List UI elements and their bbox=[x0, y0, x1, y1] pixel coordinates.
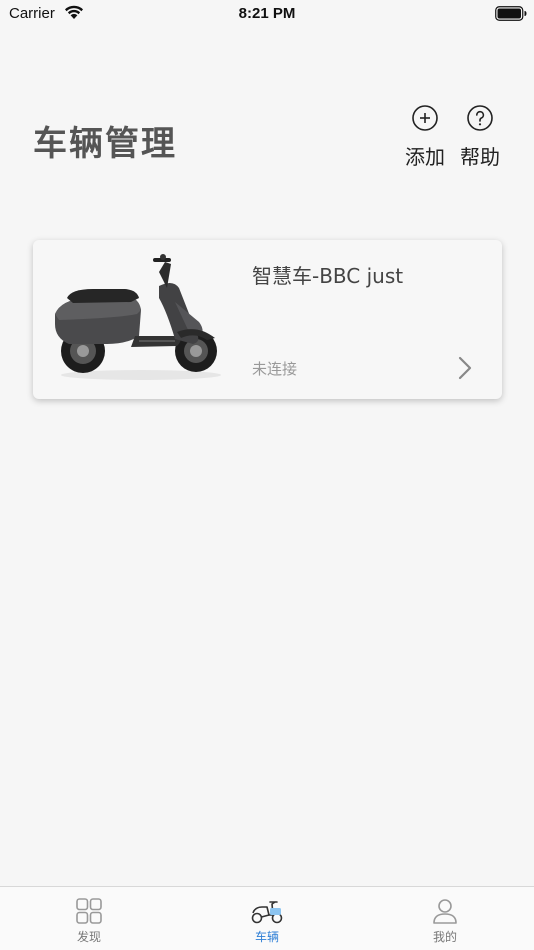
tab-vehicle-label: 车辆 bbox=[254, 930, 279, 944]
vehicle-card[interactable]: 智慧车-BBC just 未连接 bbox=[33, 240, 502, 399]
tab-mine[interactable]: 我的 bbox=[385, 887, 505, 950]
add-label: 添加 bbox=[405, 145, 445, 169]
help-label: 帮助 bbox=[460, 145, 500, 169]
vehicle-status: 未连接 bbox=[252, 360, 298, 378]
tab-bar: 发现 车辆 我的 bbox=[0, 886, 534, 950]
clock: 8:21 PM bbox=[238, 5, 296, 22]
plus-circle-icon bbox=[412, 105, 438, 131]
tab-discover[interactable]: 发现 bbox=[29, 887, 149, 950]
scooter-icon bbox=[251, 901, 283, 924]
help-button[interactable]: 帮助 bbox=[455, 104, 505, 170]
status-bar: Carrier 8:21 PM bbox=[0, 0, 534, 28]
add-button[interactable]: 添加 bbox=[400, 104, 450, 170]
page-title: 车辆管理 bbox=[33, 124, 177, 164]
tab-vehicle[interactable]: 车辆 bbox=[207, 887, 327, 950]
vehicle-name: 智慧车-BBC just bbox=[252, 264, 404, 288]
chevron-right-icon bbox=[458, 356, 472, 380]
tab-mine-label: 我的 bbox=[432, 930, 457, 944]
person-icon bbox=[433, 899, 457, 924]
tab-discover-label: 发现 bbox=[76, 930, 101, 944]
grid-icon bbox=[76, 898, 102, 924]
battery-icon bbox=[495, 6, 527, 21]
question-circle-icon bbox=[467, 105, 493, 131]
scooter-image bbox=[55, 254, 221, 380]
